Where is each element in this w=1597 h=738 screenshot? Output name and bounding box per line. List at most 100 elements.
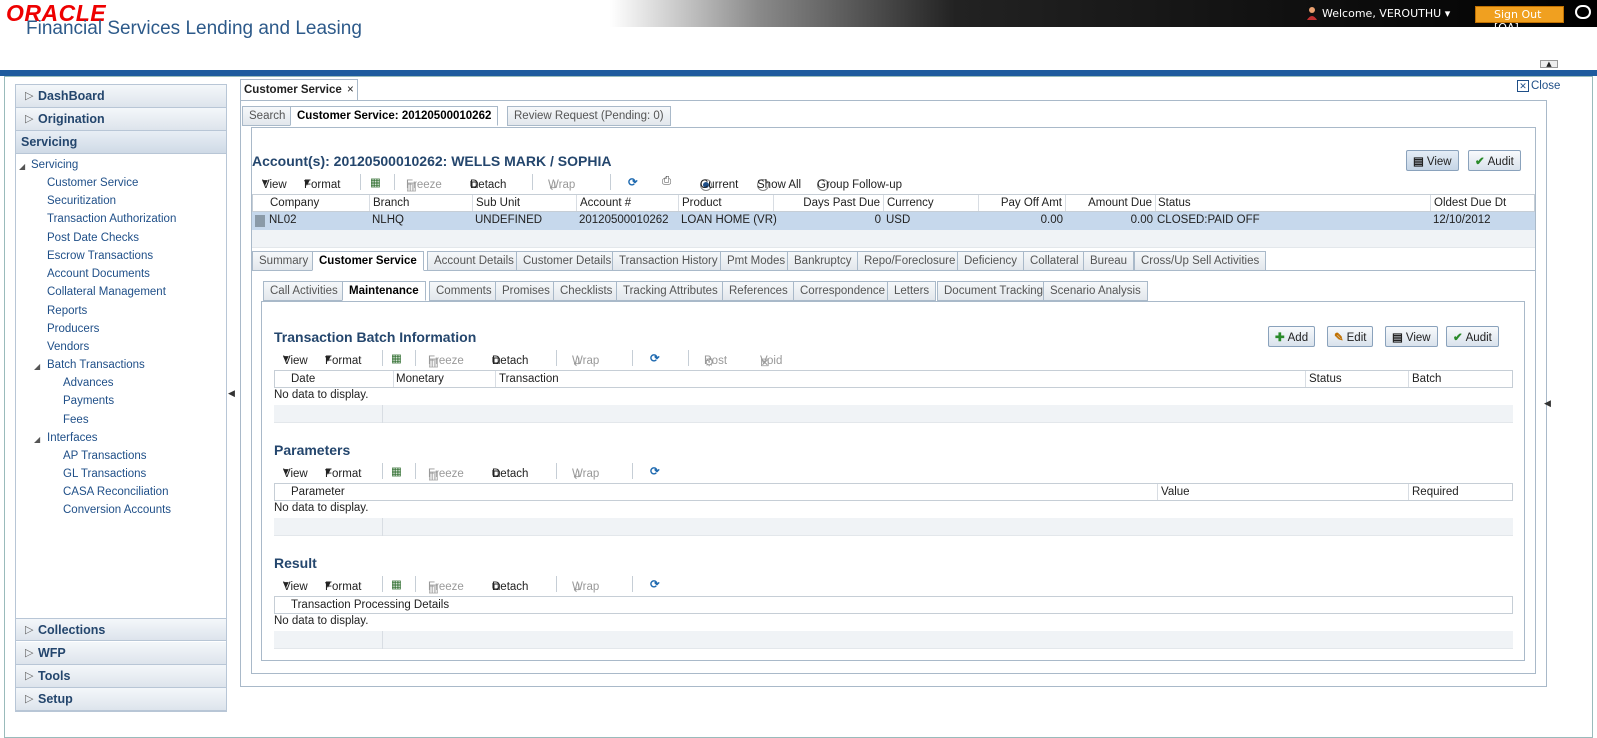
sidebar-item-vendors[interactable]: Vendors xyxy=(47,341,89,353)
edit-columns-icon[interactable]: ▦ xyxy=(391,464,402,478)
column-header[interactable]: Company xyxy=(270,197,319,209)
sidebar-section-setup[interactable]: ▷ Setup xyxy=(16,688,226,711)
tab-bankruptcy[interactable]: Bankruptcy xyxy=(787,251,859,271)
account-view-button[interactable]: ▤ View xyxy=(1406,150,1459,171)
sidebar-item-post-date-checks[interactable]: Post Date Checks xyxy=(47,232,139,244)
view-button[interactable]: ▤ View xyxy=(1385,326,1438,347)
audit-button[interactable]: ✔ Audit xyxy=(1446,326,1499,347)
tab-comments[interactable]: Comments xyxy=(429,281,499,301)
tab-collateral[interactable]: Collateral xyxy=(1023,251,1086,271)
column-header[interactable]: Currency xyxy=(887,197,934,209)
sidebar-section-servicing[interactable]: Servicing xyxy=(16,131,226,154)
edit-button[interactable]: ✎ Edit xyxy=(1327,326,1374,347)
column-header[interactable]: Status xyxy=(1158,197,1191,209)
sidebar-item-transaction-authorization[interactable]: Transaction Authorization xyxy=(47,213,176,225)
sidebar-item-casa-reconciliation[interactable]: CASA Reconciliation xyxy=(63,486,168,498)
sidebar-item-producers[interactable]: Producers xyxy=(47,323,99,335)
sidebar-section-dashboard[interactable]: ▷ DashBoard xyxy=(16,85,226,108)
edit-columns-icon[interactable]: ▦ xyxy=(370,175,381,189)
add-button[interactable]: ✚ Add xyxy=(1268,326,1316,347)
view-menu[interactable]: View ▾ xyxy=(283,464,308,480)
sidebar-item-payments[interactable]: Payments xyxy=(63,395,114,407)
tab-account-details[interactable]: Account Details xyxy=(427,251,521,271)
refresh-icon[interactable]: ⟳ xyxy=(650,351,660,365)
sidebar-item-fees[interactable]: Fees xyxy=(63,414,89,426)
tab-review-request[interactable]: Review Request (Pending: 0) xyxy=(507,106,671,126)
edit-columns-icon[interactable]: ▦ xyxy=(391,577,402,591)
welcome-menu[interactable]: Welcome, VEROUTHU ▾ xyxy=(1322,7,1450,20)
tree-expanded-icon[interactable]: ◢ xyxy=(19,162,25,171)
column-header[interactable]: Batch xyxy=(1412,373,1441,385)
tab-customer-details[interactable]: Customer Details xyxy=(516,251,619,271)
column-header[interactable]: Transaction Processing Details xyxy=(291,599,449,611)
sidebar-item-account-documents[interactable]: Account Documents xyxy=(47,268,150,280)
tab-transaction-history[interactable]: Transaction History xyxy=(612,251,725,271)
column-header[interactable]: Parameter xyxy=(291,486,345,498)
sidebar-section-collections[interactable]: ▷ Collections xyxy=(16,618,226,641)
sidebar-item-securitization[interactable]: Securitization xyxy=(47,195,116,207)
tree-expanded-icon[interactable]: ◢ xyxy=(34,435,40,444)
edit-columns-icon[interactable]: ▦ xyxy=(391,351,402,365)
column-header[interactable]: Value xyxy=(1161,486,1190,498)
refresh-icon[interactable]: ⟳ xyxy=(650,577,660,591)
scroll-up-icon[interactable]: ▲ xyxy=(1540,60,1558,68)
tab-letters[interactable]: Letters xyxy=(887,281,937,301)
column-header[interactable]: Date xyxy=(291,373,315,385)
format-menu[interactable]: Format ▾ xyxy=(325,464,361,480)
column-header[interactable]: Required xyxy=(1412,486,1459,498)
tab-call-activities[interactable]: Call Activities xyxy=(263,281,345,301)
column-header[interactable]: Account # xyxy=(580,197,631,209)
sidebar-item-reports[interactable]: Reports xyxy=(47,305,87,317)
table-row[interactable]: NL02 NLHQ UNDEFINED 20120500010262 LOAN … xyxy=(252,212,1535,230)
column-header[interactable]: Sub Unit xyxy=(476,197,520,209)
tab-summary[interactable]: Summary xyxy=(252,251,316,271)
refresh-icon[interactable]: ⟳ xyxy=(650,464,660,478)
format-menu[interactable]: Format ▾ xyxy=(325,577,361,593)
tab-references[interactable]: References xyxy=(722,281,795,301)
tab-promises[interactable]: Promises xyxy=(495,281,557,301)
sidebar-item-escrow-transactions[interactable]: Escrow Transactions xyxy=(47,250,153,262)
column-header[interactable]: Monetary xyxy=(396,373,444,385)
sidebar-item-ap-transactions[interactable]: AP Transactions xyxy=(63,450,147,462)
sidebar-item-gl-transactions[interactable]: GL Transactions xyxy=(63,468,146,480)
sidebar-section-tools[interactable]: ▷ Tools xyxy=(16,665,226,688)
tab-scenario-analysis[interactable]: Scenario Analysis xyxy=(1043,281,1148,301)
format-menu[interactable]: Format ▾ xyxy=(325,351,361,367)
tree-servicing[interactable]: Servicing xyxy=(31,159,78,171)
tree-expanded-icon[interactable]: ◢ xyxy=(34,362,40,371)
sidebar-item-interfaces[interactable]: Interfaces xyxy=(47,432,98,444)
column-header[interactable]: Pay Off Amt xyxy=(1001,197,1062,209)
tab-customer-service-main[interactable]: Customer Service × xyxy=(240,79,358,100)
collapse-sidebar-icon[interactable]: ◀ xyxy=(228,389,235,407)
tab-pmt-modes[interactable]: Pmt Modes xyxy=(720,251,793,271)
account-audit-button[interactable]: ✔ Audit xyxy=(1468,150,1521,171)
column-header[interactable]: Product xyxy=(682,197,722,209)
tab-cross-up-sell[interactable]: Cross/Up Sell Activities xyxy=(1134,251,1267,271)
tab-customer-service[interactable]: Customer Service xyxy=(312,251,424,271)
sidebar-item-advances[interactable]: Advances xyxy=(63,377,114,389)
tab-customer-service-account[interactable]: Customer Service: 20120500010262 xyxy=(290,106,499,126)
sidebar-section-origination[interactable]: ▷ Origination xyxy=(16,108,226,131)
sidebar-item-collateral-management[interactable]: Collateral Management xyxy=(47,286,166,298)
close-tab-icon[interactable]: × xyxy=(347,84,354,96)
column-header[interactable]: Days Past Due xyxy=(803,197,880,209)
tab-maintenance[interactable]: Maintenance xyxy=(342,281,426,301)
column-header[interactable]: Branch xyxy=(373,197,409,209)
column-header[interactable]: Transaction xyxy=(499,373,559,385)
refresh-icon[interactable]: ⟳ xyxy=(628,175,638,189)
power-icon[interactable] xyxy=(1575,5,1591,19)
view-menu[interactable]: View ▾ xyxy=(283,351,308,367)
tab-repo-foreclosure[interactable]: Repo/Foreclosure xyxy=(857,251,963,271)
view-menu[interactable]: View ▾ xyxy=(262,175,287,191)
column-header[interactable]: Status xyxy=(1309,373,1342,385)
print-icon[interactable]: ⎙ xyxy=(662,175,671,188)
column-header[interactable]: Amount Due xyxy=(1088,197,1152,209)
tab-tracking-attributes[interactable]: Tracking Attributes xyxy=(616,281,725,301)
format-menu[interactable]: Format ▾ xyxy=(304,175,340,191)
sidebar-item-conversion-accounts[interactable]: Conversion Accounts xyxy=(63,504,171,516)
tab-search[interactable]: Search xyxy=(242,106,293,126)
sidebar-item-customer-service[interactable]: Customer Service xyxy=(47,177,138,189)
sign-out-button[interactable]: Sign Out [QA] xyxy=(1475,6,1564,34)
sidebar-item-batch-transactions[interactable]: Batch Transactions xyxy=(47,359,145,371)
tab-document-tracking[interactable]: Document Tracking xyxy=(937,281,1051,301)
